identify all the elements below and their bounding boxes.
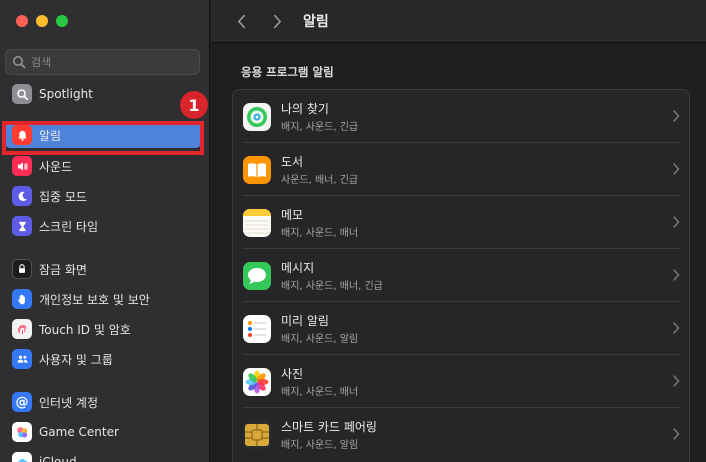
find-my-icon xyxy=(243,102,271,131)
speaker-icon xyxy=(12,156,32,176)
app-name: 나의 찾기 xyxy=(281,102,329,116)
sidebar-item-sound[interactable]: 사운드 xyxy=(5,153,201,179)
hand-icon xyxy=(12,289,32,309)
moon-icon xyxy=(12,186,32,206)
sidebar-item-privacy[interactable]: 개인정보 보호 및 보안 xyxy=(5,286,201,312)
sidebar-item-icloud[interactable]: iCloud xyxy=(5,449,201,462)
lock-icon xyxy=(12,259,32,279)
fingerprint-icon xyxy=(12,319,32,339)
chevron-right-icon xyxy=(673,216,680,228)
app-name: 도서 xyxy=(281,155,304,169)
sidebar-item-spotlight[interactable]: Spotlight xyxy=(5,81,201,107)
app-alert-styles: 배지, 사운드, 알림 xyxy=(281,334,359,345)
app-name: 메시지 xyxy=(281,261,315,275)
app-name: 스마트 카드 페어링 xyxy=(281,420,377,434)
list-item[interactable]: 스마트 카드 페어링 배지, 사운드, 알림 xyxy=(233,408,689,461)
photos-icon xyxy=(243,367,271,396)
app-alert-styles: 배지, 사운드, 긴급 xyxy=(281,122,359,133)
sidebar-item-label: Spotlight xyxy=(39,87,93,101)
sidebar-item-internet-accounts[interactable]: @ 인터넷 계정 xyxy=(5,389,201,415)
chevron-right-icon xyxy=(673,375,680,387)
close-window-button[interactable] xyxy=(16,15,28,27)
search-field[interactable] xyxy=(5,49,200,75)
app-name: 미리 알림 xyxy=(281,314,329,328)
list-item[interactable]: 도서 사운드, 배너, 긴급 xyxy=(233,143,689,196)
list-item[interactable]: 메모 배지, 사운드, 배너 xyxy=(233,196,689,249)
list-item[interactable]: 나의 찾기 배지, 사운드, 긴급 xyxy=(233,90,689,143)
chevron-right-icon xyxy=(673,322,680,334)
chevron-right-icon xyxy=(673,269,680,281)
chevron-right-icon xyxy=(673,163,680,175)
minimize-window-button[interactable] xyxy=(36,15,48,27)
sidebar-item-label: 집중 모드 xyxy=(39,189,87,204)
sidebar-item-label: Game Center xyxy=(39,425,119,439)
list-item[interactable]: 메시지 배지, 사운드, 배너, 긴급 xyxy=(233,249,689,302)
messages-icon xyxy=(243,261,271,290)
magnifier-icon xyxy=(12,84,32,104)
sidebar: Spotlight 알림 사운드 집중 모드 스크린 타임 xyxy=(0,0,210,462)
sidebar-item-label: 잠금 화면 xyxy=(39,262,87,277)
sidebar-item-game-center[interactable]: Game Center xyxy=(5,419,201,445)
window-controls xyxy=(16,15,68,27)
sidebar-item-focus[interactable]: 집중 모드 xyxy=(5,183,201,209)
smart-card-icon xyxy=(243,420,271,449)
app-name: 메모 xyxy=(281,208,304,222)
reminders-icon xyxy=(243,314,271,343)
books-icon xyxy=(243,155,271,184)
page-title: 알림 xyxy=(303,14,329,30)
cloud-icon xyxy=(12,452,32,462)
sidebar-item-label: 사운드 xyxy=(39,159,73,174)
notes-icon xyxy=(243,208,271,237)
chevron-left-icon xyxy=(237,14,245,28)
app-alert-styles: 배지, 사운드, 배너, 긴급 xyxy=(281,281,383,292)
users-icon xyxy=(12,349,32,369)
sidebar-item-label: 사용자 및 그룹 xyxy=(39,352,113,367)
sidebar-item-label: 스크린 타임 xyxy=(39,219,99,234)
app-alert-styles: 배지, 사운드, 알림 xyxy=(281,440,359,451)
back-button[interactable] xyxy=(231,11,251,31)
sidebar-item-screen-time[interactable]: 스크린 타임 xyxy=(5,213,201,239)
sidebar-item-users-groups[interactable]: 사용자 및 그룹 xyxy=(5,346,201,372)
sidebar-item-touch-id[interactable]: Touch ID 및 암호 xyxy=(5,316,201,342)
app-notification-list: 나의 찾기 배지, 사운드, 긴급 도서 사운드, 배너, 긴급 메모 배지, … xyxy=(232,89,690,462)
search-input[interactable] xyxy=(31,55,191,69)
search-icon xyxy=(13,56,26,69)
main-pane: 알림 응용 프로그램 알림 나의 찾기 배지, 사운드, 긴급 도서 사운드, … xyxy=(211,0,706,462)
sidebar-item-label: Touch ID 및 암호 xyxy=(39,322,131,337)
annotation-highlight-box xyxy=(2,121,204,155)
hourglass-icon xyxy=(12,216,32,236)
app-alert-styles: 배지, 사운드, 배너 xyxy=(281,228,359,239)
sidebar-item-label: 개인정보 보호 및 보안 xyxy=(39,292,150,307)
section-title: 응용 프로그램 알림 xyxy=(241,65,334,79)
sidebar-item-label: 인터넷 계정 xyxy=(39,395,99,410)
list-item[interactable]: 미리 알림 배지, 사운드, 알림 xyxy=(233,302,689,355)
app-name: 사진 xyxy=(281,367,304,381)
annotation-step-badge: 1 xyxy=(180,91,208,119)
chevron-right-icon xyxy=(673,428,680,440)
toolbar: 알림 xyxy=(211,0,706,43)
app-alert-styles: 사운드, 배너, 긴급 xyxy=(281,175,359,186)
list-item[interactable]: 사진 배지, 사운드, 배너 xyxy=(233,355,689,408)
zoom-window-button[interactable] xyxy=(56,15,68,27)
forward-button[interactable] xyxy=(267,11,287,31)
at-icon: @ xyxy=(12,392,32,412)
sidebar-item-lock-screen[interactable]: 잠금 화면 xyxy=(5,256,201,282)
app-alert-styles: 배지, 사운드, 배너 xyxy=(281,387,359,398)
game-center-icon xyxy=(12,422,32,442)
sidebar-item-label: iCloud xyxy=(39,455,77,462)
chevron-right-icon xyxy=(673,110,680,122)
chevron-right-icon xyxy=(273,14,281,28)
